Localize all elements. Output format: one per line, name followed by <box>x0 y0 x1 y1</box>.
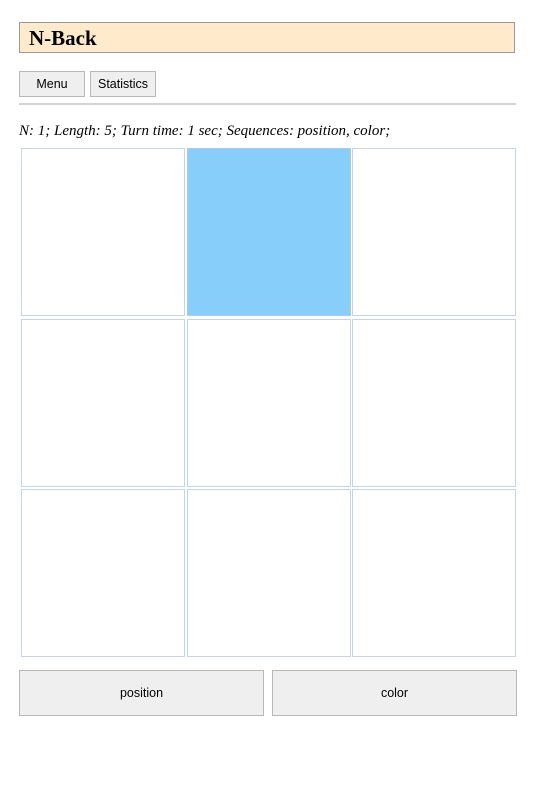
app-header: N-Back <box>19 22 515 53</box>
grid-cell-top-left <box>21 148 185 316</box>
nback-grid <box>21 148 516 657</box>
grid-cell-bottom-center <box>186 489 351 657</box>
grid-cell-middle-left <box>21 318 185 487</box>
grid-cell-top-right <box>352 148 516 316</box>
statistics-button[interactable]: Statistics <box>90 71 156 97</box>
grid-cell-bottom-left <box>21 489 185 657</box>
menu-button[interactable]: Menu <box>19 71 85 97</box>
color-match-button[interactable]: color <box>272 670 517 716</box>
game-settings-text: N: 1; Length: 5; Turn time: 1 sec; Seque… <box>19 123 391 139</box>
grid-cell-middle-center <box>186 318 351 487</box>
divider <box>19 103 516 105</box>
page-title: N-Back <box>29 26 97 50</box>
grid-cell-top-center <box>186 148 351 316</box>
grid-cell-bottom-right <box>352 489 516 657</box>
position-match-button[interactable]: position <box>19 670 264 716</box>
grid-cell-middle-right <box>352 318 516 487</box>
